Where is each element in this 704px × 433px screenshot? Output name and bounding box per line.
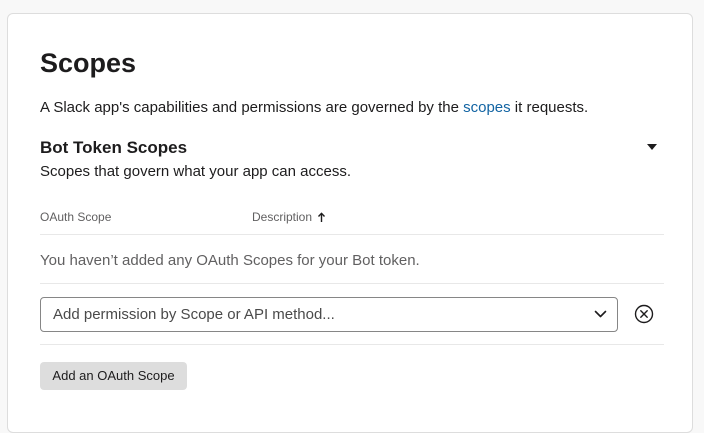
description-text-end: it requests. bbox=[510, 99, 589, 116]
add-permission-placeholder: Add permission by Scope or API method... bbox=[53, 306, 335, 323]
page-title: Scopes bbox=[40, 48, 137, 78]
scopes-link[interactable]: scopes bbox=[463, 99, 511, 116]
column-header-description-label: Description bbox=[252, 210, 313, 224]
scopes-card: Scopes A Slack app's capabilities and pe… bbox=[7, 13, 693, 433]
chevron-down-icon bbox=[594, 310, 607, 318]
column-header-oauth-scope: OAuth Scope bbox=[40, 210, 112, 224]
scopes-description: A Slack app's capabilities and permissio… bbox=[40, 98, 588, 118]
select-row-divider bbox=[40, 344, 664, 345]
column-header-description[interactable]: Description bbox=[252, 209, 326, 225]
close-circle-icon[interactable] bbox=[634, 304, 654, 324]
add-permission-select[interactable]: Add permission by Scope or API method... bbox=[40, 297, 618, 332]
bot-token-scopes-heading: Bot Token Scopes bbox=[40, 138, 188, 157]
description-text-start: A Slack app's capabilities and permissio… bbox=[40, 99, 464, 116]
add-oauth-scope-button[interactable]: Add an OAuth Scope bbox=[40, 362, 187, 390]
table-header-divider bbox=[40, 234, 664, 235]
caret-down-icon[interactable] bbox=[644, 141, 660, 153]
bot-token-scopes-subtitle: Scopes that govern what your app can acc… bbox=[40, 163, 352, 180]
arrow-up-icon bbox=[318, 212, 326, 222]
empty-row-divider bbox=[40, 283, 664, 284]
empty-scopes-message: You haven’t added any OAuth Scopes for y… bbox=[40, 252, 420, 269]
